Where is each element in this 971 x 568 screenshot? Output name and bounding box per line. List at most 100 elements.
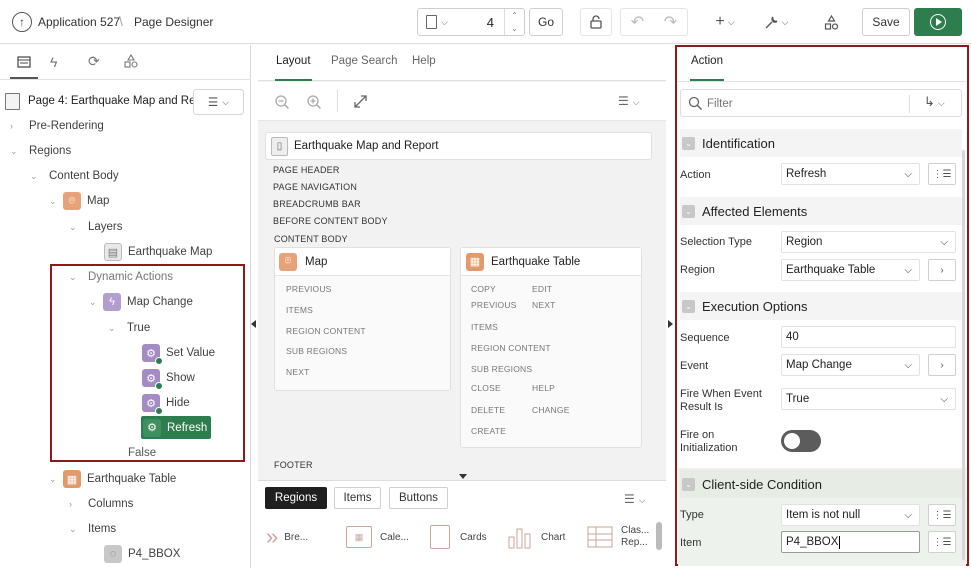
- chevron-down-icon[interactable]: ⌄: [49, 474, 63, 485]
- type-list-button[interactable]: ⋮☰: [928, 504, 956, 526]
- region-goto-button[interactable]: ›: [928, 259, 956, 281]
- chevron-down-icon[interactable]: ⌄: [89, 297, 103, 308]
- event-goto-button[interactable]: ›: [928, 354, 956, 376]
- collapse-right-icon[interactable]: [668, 320, 673, 328]
- collapse-section-icon[interactable]: ⌄: [682, 136, 695, 150]
- item-input[interactable]: P4_BBOX: [781, 531, 920, 553]
- gallery-tab-regions[interactable]: Regions: [265, 487, 327, 509]
- run-button[interactable]: [914, 8, 962, 36]
- fire-init-toggle[interactable]: [781, 430, 821, 452]
- event-select[interactable]: Map Change ⌵: [781, 354, 920, 376]
- left-splitter[interactable]: [251, 45, 258, 568]
- redo-icon[interactable]: ↷: [664, 12, 677, 32]
- tree-items[interactable]: ⌄ Items: [69, 518, 116, 540]
- tree-refresh-selected[interactable]: ⚙ Refresh: [141, 416, 211, 439]
- tree-false[interactable]: False: [128, 442, 156, 464]
- page-card[interactable]: ▯ Earthquake Map and Report: [265, 132, 652, 160]
- save-button[interactable]: Save: [862, 8, 910, 36]
- stepper-down-icon[interactable]: ⌄: [511, 24, 518, 33]
- breadcrumb-app[interactable]: Application 527: [38, 15, 120, 29]
- gallery-item-cards[interactable]: Cards: [430, 522, 487, 552]
- page-stepper[interactable]: ⌃ ⌄: [504, 9, 524, 35]
- chevron-down-icon[interactable]: ⌄: [108, 323, 122, 334]
- chevron-right-icon[interactable]: ›: [69, 499, 83, 509]
- gallery-item-calendar[interactable]: ▦ Cale...: [346, 522, 409, 552]
- property-scrollbar[interactable]: [962, 150, 965, 560]
- chevron-down-icon[interactable]: ⌄: [10, 146, 24, 157]
- collapse-left-icon[interactable]: [251, 320, 256, 328]
- gallery-tab-items[interactable]: Items: [334, 487, 381, 509]
- collapse-gallery-icon[interactable]: [459, 474, 467, 479]
- chevron-down-icon[interactable]: ⌄: [69, 272, 83, 283]
- stepper-up-icon[interactable]: ⌃: [511, 11, 518, 20]
- expand-icon[interactable]: [353, 94, 368, 109]
- table-region-card[interactable]: ▦ Earthquake Table COPY EDIT PREVIOUS NE…: [460, 247, 642, 448]
- app-up-icon[interactable]: ↑: [12, 12, 32, 32]
- tree-menu-button[interactable]: ☰ ⌵: [193, 89, 244, 115]
- tree-columns[interactable]: › Columns: [69, 493, 133, 515]
- gallery-scrollbar[interactable]: [656, 522, 662, 550]
- fire-when-select[interactable]: True ⌵: [781, 388, 956, 410]
- tree-true[interactable]: ⌄ True: [108, 317, 150, 339]
- action-select[interactable]: Refresh ⌵: [781, 163, 920, 185]
- create-menu-button[interactable]: + ⌵: [702, 8, 748, 36]
- gallery-tab-buttons[interactable]: Buttons: [389, 487, 448, 509]
- section-identification[interactable]: ⌄ Identification: [680, 129, 962, 157]
- tree-pre-rendering[interactable]: › Pre-Rendering: [10, 115, 104, 137]
- go-button[interactable]: Go: [529, 8, 563, 36]
- tree-show[interactable]: ⚙ Show: [142, 367, 195, 390]
- tree-page-node[interactable]: Page 4: Earthquake Map and Repo: [5, 90, 195, 112]
- chevron-down-icon[interactable]: ⌄: [69, 222, 83, 233]
- chevron-right-icon[interactable]: ›: [10, 121, 24, 131]
- section-client-side-condition[interactable]: ⌄ Client-side Condition: [680, 470, 962, 498]
- gallery-menu-button[interactable]: ☰ ⌵: [624, 492, 646, 506]
- tab-layout[interactable]: Layout: [275, 55, 312, 81]
- dynamic-actions-tab-icon[interactable]: ϟ: [50, 54, 57, 70]
- sequence-input[interactable]: 40: [781, 326, 956, 348]
- collapse-section-icon[interactable]: ⌄: [682, 204, 695, 218]
- shared-components-button[interactable]: [814, 8, 848, 36]
- tree-set-value[interactable]: ⚙ Set Value: [142, 342, 215, 365]
- tree-p4-bbox[interactable]: ◌ P4_BBOX: [104, 543, 180, 565]
- page-number[interactable]: 4: [487, 15, 494, 30]
- tree-hide[interactable]: ⚙ Hide: [142, 392, 190, 415]
- gallery-item-chart[interactable]: Chart: [507, 522, 565, 552]
- type-select[interactable]: Item is not null ⌵: [781, 504, 920, 526]
- tree-earthquake-table[interactable]: ⌄ ▦ Earthquake Table: [49, 468, 176, 490]
- layout-menu-button[interactable]: ☰ ⌵: [618, 94, 640, 108]
- section-execution-options[interactable]: ⌄ Execution Options: [680, 292, 962, 320]
- item-list-button[interactable]: ⋮☰: [928, 531, 956, 553]
- tab-page-search[interactable]: Page Search: [331, 55, 398, 67]
- tree-map[interactable]: ⌄ ⌾ Map: [49, 190, 109, 212]
- lock-button[interactable]: [580, 8, 612, 36]
- tree-regions[interactable]: ⌄ Regions: [10, 140, 71, 162]
- tree-dynamic-actions[interactable]: ⌄ Dynamic Actions: [69, 266, 173, 288]
- chevron-down-icon[interactable]: ⌄: [49, 196, 63, 207]
- tab-rendering[interactable]: [10, 46, 38, 79]
- tree-layers[interactable]: ⌄ Layers: [69, 216, 123, 238]
- tree-earthquake-map[interactable]: ▤ Earthquake Map: [104, 241, 212, 263]
- utilities-menu-button[interactable]: ⌵: [754, 8, 798, 36]
- chevron-down-icon[interactable]: ⌄: [30, 171, 44, 182]
- region-select[interactable]: Earthquake Table ⌵: [781, 259, 920, 281]
- gallery-item-breadcrumb[interactable]: » Bre...: [266, 522, 308, 552]
- section-affected-elements[interactable]: ⌄ Affected Elements: [680, 197, 962, 225]
- filter-input[interactable]: [707, 95, 887, 113]
- map-region-card[interactable]: ⌾ Map PREVIOUS ITEMS REGION CONTENT SUB …: [274, 247, 451, 391]
- zoom-out-icon[interactable]: [274, 94, 290, 110]
- collapse-section-icon[interactable]: ⌄: [682, 299, 695, 313]
- tree-map-change[interactable]: ⌄ ϟ Map Change: [89, 291, 193, 313]
- collapse-section-icon[interactable]: ⌄: [682, 477, 695, 491]
- page-selector[interactable]: ⌵ 4 ⌃ ⌄: [417, 8, 525, 36]
- shared-components-tab-icon[interactable]: [124, 53, 138, 71]
- processing-tab-icon[interactable]: ⟳: [88, 53, 100, 70]
- gallery-item-classic-report[interactable]: Clas... Rep...: [587, 522, 649, 552]
- tree-content-body[interactable]: ⌄ Content Body: [30, 165, 119, 187]
- tab-help[interactable]: Help: [412, 55, 436, 67]
- chevron-down-icon[interactable]: ⌄: [69, 524, 83, 535]
- undo-icon[interactable]: ↶: [631, 12, 644, 32]
- right-splitter[interactable]: [666, 45, 674, 568]
- selection-type-select[interactable]: Region ⌵: [781, 231, 956, 253]
- go-to-group-icon[interactable]: ↳ ⌵: [924, 94, 945, 110]
- action-list-button[interactable]: ⋮☰: [928, 163, 956, 185]
